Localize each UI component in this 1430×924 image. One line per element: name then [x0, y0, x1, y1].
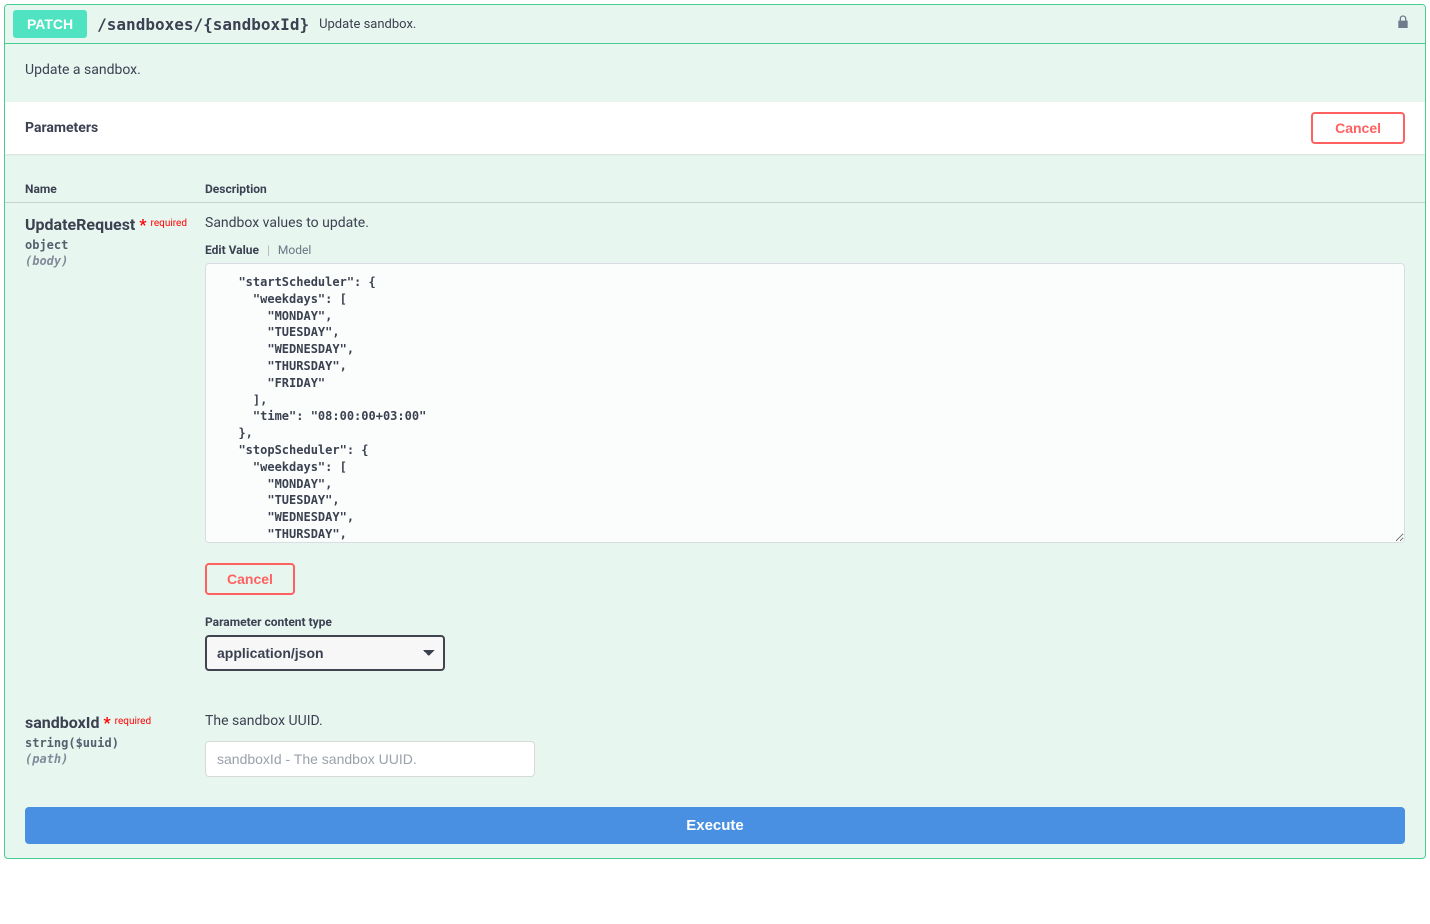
operation-summary-row[interactable]: PATCH /sandboxes/{sandboxId} Update sand…: [5, 5, 1425, 44]
parameter-name-cell: UpdateRequest * required object (body): [25, 215, 205, 268]
parameter-description: The sandbox UUID.: [205, 713, 1405, 729]
execute-button[interactable]: Execute: [25, 807, 1405, 844]
operation-description: Update a sandbox.: [5, 44, 1425, 102]
tab-separator: |: [267, 243, 270, 257]
operation-block: PATCH /sandboxes/{sandboxId} Update sand…: [4, 4, 1426, 859]
parameter-name: sandboxId: [25, 713, 99, 732]
required-star: *: [139, 215, 146, 234]
parameters-title: Parameters: [25, 120, 98, 136]
execute-bar: Execute: [5, 807, 1425, 858]
parameter-row-updaterequest: UpdateRequest * required object (body) S…: [5, 203, 1425, 701]
parameter-row-sandboxid: sandboxId * required string($uuid) (path…: [5, 701, 1425, 807]
tab-edit-value[interactable]: Edit Value: [205, 243, 259, 257]
column-header-name: Name: [25, 182, 205, 196]
parameter-name-cell: sandboxId * required string($uuid) (path…: [25, 713, 205, 766]
endpoint-path: /sandboxes/{sandboxId}: [97, 15, 309, 34]
content-type-block: Parameter content type application/json: [205, 615, 1405, 671]
try-it-cancel-button[interactable]: Cancel: [1311, 112, 1405, 144]
parameter-type: string($uuid): [25, 736, 205, 750]
column-header-description: Description: [205, 182, 1405, 196]
endpoint-summary: Update sandbox.: [319, 17, 416, 32]
lock-icon[interactable]: [1395, 14, 1417, 34]
content-type-label: Parameter content type: [205, 615, 1405, 629]
required-label: required: [115, 716, 151, 727]
body-tabs: Edit Value | Model: [205, 243, 1405, 257]
sandboxid-input[interactable]: [205, 741, 535, 777]
parameter-name: UpdateRequest: [25, 215, 135, 234]
tab-model[interactable]: Model: [278, 243, 311, 257]
parameter-in: (body): [25, 254, 205, 268]
required-star: *: [103, 713, 110, 732]
http-method-badge: PATCH: [13, 10, 87, 38]
parameters-table-header: Name Description: [5, 174, 1425, 203]
parameter-description: Sandbox values to update.: [205, 215, 1405, 231]
parameter-desc-cell: The sandbox UUID.: [205, 713, 1405, 777]
parameter-desc-cell: Sandbox values to update. Edit Value | M…: [205, 215, 1405, 671]
request-body-editor[interactable]: [205, 263, 1405, 543]
content-type-select[interactable]: application/json: [205, 635, 445, 671]
parameters-header: Parameters Cancel: [5, 102, 1425, 154]
parameter-in: (path): [25, 752, 205, 766]
body-cancel-button[interactable]: Cancel: [205, 563, 295, 595]
parameter-type: object: [25, 238, 205, 252]
required-label: required: [151, 218, 187, 229]
